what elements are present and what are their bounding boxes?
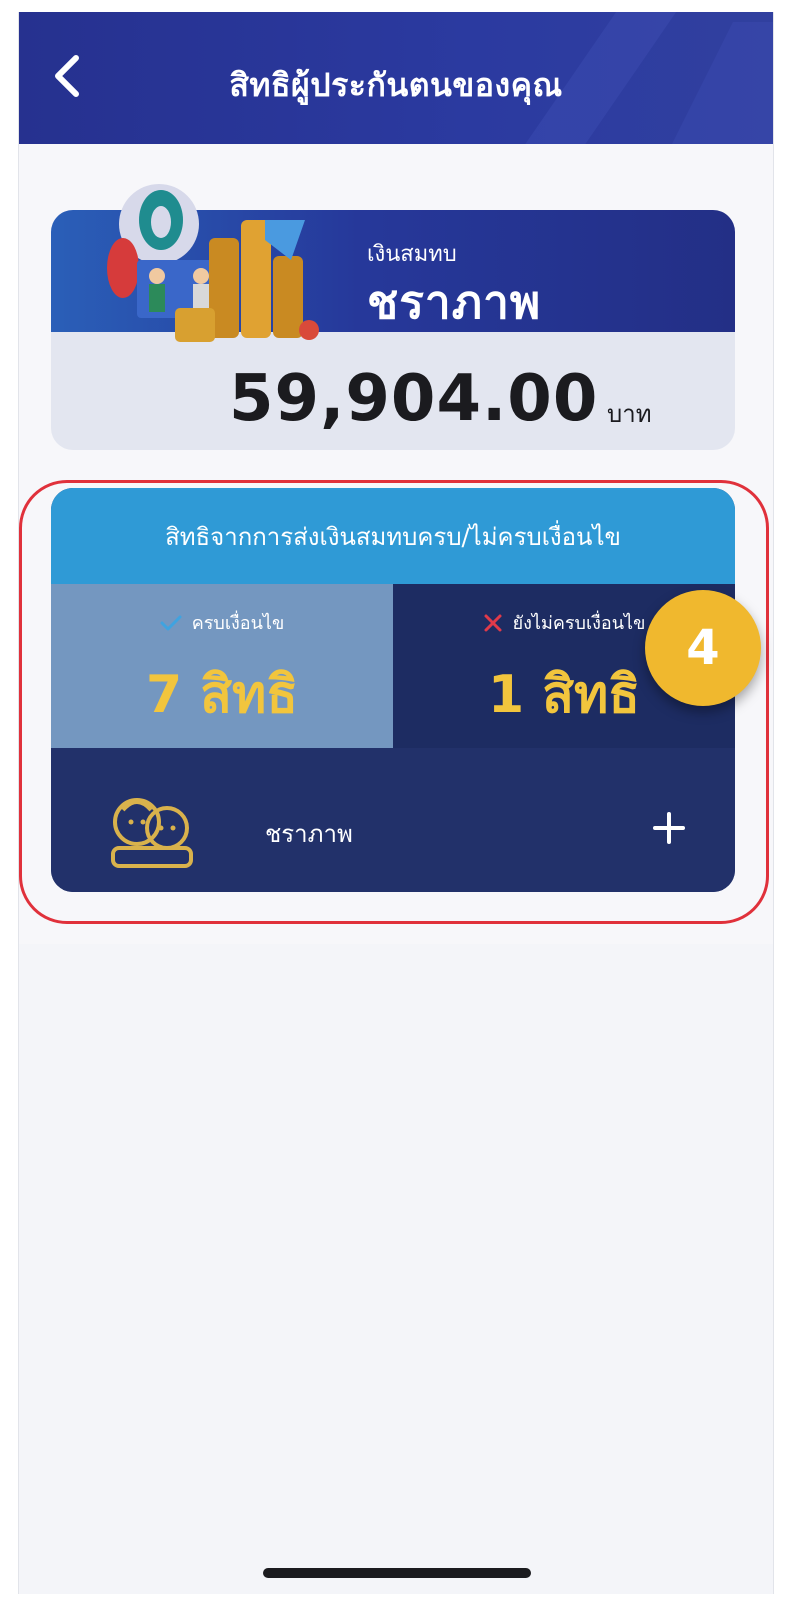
phone-screen: สิทธิผู้ประกันตนของคุณ เงินสมทบ ชราภาพ 5… — [18, 12, 774, 1594]
balance-amount: 59,904.00 — [229, 362, 599, 436]
app-header: สิทธิผู้ประกันตนของคุณ — [19, 12, 773, 144]
met-status: ครบเงื่อนไข — [51, 608, 393, 637]
plus-icon[interactable] — [649, 808, 689, 848]
home-indicator[interactable] — [263, 1568, 531, 1578]
unmet-label: ยังไม่ครบเงื่อนไข — [512, 613, 646, 634]
rights-card: สิทธิจากการส่งเงินสมทบครบ/ไม่ครบเงื่อนไข… — [51, 488, 735, 892]
currency-label: บาท — [607, 400, 652, 428]
check-icon — [160, 615, 182, 630]
savings-illustration — [107, 184, 319, 342]
benefit-item-label: ชราภาพ — [265, 820, 353, 848]
elderly-couple-icon — [111, 798, 193, 868]
rights-heading: สิทธิจากการส่งเงินสมทบครบ/ไม่ครบเงื่อนไข — [51, 488, 735, 584]
met-conditions-box[interactable]: ครบเงื่อนไข 7 สิทธิ — [51, 584, 393, 748]
x-icon — [484, 614, 502, 631]
page-title: สิทธิผู้ประกันตนของคุณ — [229, 66, 563, 104]
fund-name: ชราภาพ — [367, 275, 542, 329]
met-count: 7 สิทธิ — [145, 665, 299, 725]
met-label: ครบเงื่อนไข — [191, 613, 285, 634]
benefit-item-row[interactable]: ชราภาพ — [51, 748, 735, 892]
step-number-badge: 4 — [645, 590, 761, 706]
